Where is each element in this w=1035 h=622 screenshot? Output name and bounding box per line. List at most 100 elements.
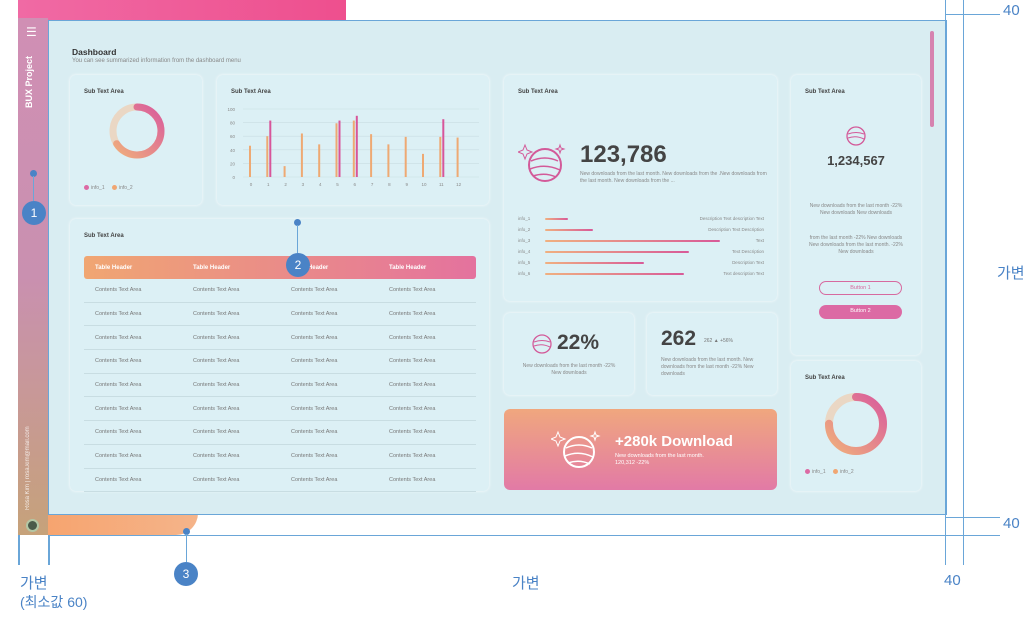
legend-label: info_2 bbox=[119, 185, 133, 191]
bar bbox=[442, 119, 445, 177]
progress-row: info_1 Description Text description Text bbox=[518, 215, 764, 223]
sidebar: ☰ BUX Project Rosa Kim | rosa.kim@mail.c… bbox=[18, 18, 48, 535]
y-tick-label: 100 bbox=[227, 107, 235, 112]
table-cell: Contents Text Area bbox=[389, 382, 436, 389]
progress-label: info_5 bbox=[518, 260, 531, 265]
bar bbox=[269, 120, 272, 177]
progress-label: info_4 bbox=[518, 249, 531, 254]
legend-label: info_1 bbox=[91, 185, 105, 191]
table-cell: Contents Text Area bbox=[193, 382, 240, 389]
count-change: 262 ▲ +56% bbox=[704, 338, 733, 344]
table-header[interactable]: Table Header bbox=[182, 265, 280, 271]
guide-line bbox=[945, 14, 1000, 15]
bar bbox=[422, 153, 424, 177]
y-tick-label: 60 bbox=[230, 134, 236, 139]
table-row[interactable]: Contents Text Area Contents Text Area Cont… bbox=[84, 421, 476, 445]
count-value: 262 bbox=[661, 327, 697, 350]
table-cell: Contents Text Area bbox=[291, 453, 338, 460]
table-cell: Contents Text Area bbox=[291, 382, 338, 389]
progress-desc: Description Text bbox=[732, 260, 764, 265]
table-header[interactable]: Table Header bbox=[378, 265, 476, 271]
x-tick-label: 1 bbox=[267, 182, 270, 187]
y-tick-label: 20 bbox=[230, 161, 236, 166]
total-desc: New downloads from the last month -22% N… bbox=[809, 203, 903, 216]
table-cell: Contents Text Area bbox=[389, 429, 436, 436]
guide-line bbox=[48, 535, 945, 536]
hamburger-menu-icon[interactable]: ☰ bbox=[26, 25, 37, 39]
planet-icon bbox=[518, 143, 566, 182]
table-cell: Contents Text Area bbox=[193, 405, 240, 412]
percent-value: 22% bbox=[557, 331, 600, 354]
progress-desc: Text Description bbox=[731, 249, 764, 254]
download-change: 120,312 -22% bbox=[615, 460, 650, 466]
x-tick-label: 9 bbox=[405, 182, 408, 187]
progress-desc: Description Text Description bbox=[708, 227, 764, 232]
progress-row: info_6 Text description Text bbox=[518, 270, 764, 278]
page-title: Dashboard bbox=[72, 47, 117, 57]
progress-bar bbox=[545, 229, 593, 231]
table-row[interactable]: Contents Text Area Contents Text Area Cont… bbox=[84, 350, 476, 374]
table-row[interactable]: Contents Text Area Contents Text Area Cont… bbox=[84, 279, 476, 303]
total-stat-card: Sub Text Area 1,234,567 New downloads fr… bbox=[791, 75, 921, 355]
table-cell: Contents Text Area bbox=[95, 311, 142, 318]
y-tick-label: 40 bbox=[230, 148, 236, 153]
download-banner[interactable]: +280k Download New downloads from the la… bbox=[504, 409, 777, 490]
user-info: Rosa Kim | rosa.kim@mail.com bbox=[25, 426, 31, 510]
x-tick-label: 5 bbox=[336, 182, 339, 187]
donut-card: Sub Text Area info_1 info_2 bbox=[70, 75, 202, 205]
table-row[interactable]: Contents Text Area Contents Text Area Cont… bbox=[84, 303, 476, 327]
download-desc: New downloads from the last month. bbox=[615, 453, 704, 459]
bar bbox=[352, 120, 355, 177]
bar bbox=[404, 136, 407, 177]
guide-line bbox=[18, 535, 20, 565]
progress-row: info_3 Text bbox=[518, 237, 764, 245]
progress-desc: Text description Text bbox=[723, 271, 764, 276]
progress-row: info_2 Description Text Description bbox=[518, 226, 764, 234]
guide-line bbox=[945, 0, 946, 565]
donut-card-2: Sub Text Area info_1 info_2 bbox=[791, 361, 921, 491]
table-cell: Contents Text Area bbox=[95, 358, 142, 365]
card-title: Sub Text Area bbox=[84, 233, 124, 239]
table-row[interactable]: Contents Text Area Contents Text Area Cont… bbox=[84, 326, 476, 351]
table-cell: Contents Text Area bbox=[291, 429, 338, 436]
dashboard-panel: Dashboard You can see summarized informa… bbox=[48, 20, 947, 515]
table-header[interactable]: Table Header bbox=[84, 265, 182, 271]
bar bbox=[338, 120, 341, 177]
bar-chart-card: Sub Text Area 0 20 40 60 80 100 0 1 2 3 4 5 6 7 8 9 10 11… bbox=[217, 75, 489, 205]
avatar[interactable] bbox=[26, 519, 39, 532]
table-cell: Contents Text Area bbox=[95, 382, 142, 389]
table-row[interactable]: Contents Text Area Contents Text Area Cont… bbox=[84, 445, 476, 469]
progress-row: info_5 Description Text bbox=[518, 259, 764, 267]
table-row[interactable]: Contents Text Area Contents Text Area Cont… bbox=[84, 397, 476, 422]
callout-line bbox=[33, 176, 34, 201]
table-cell: Contents Text Area bbox=[193, 453, 240, 460]
label-right-margin: 40 bbox=[944, 572, 961, 589]
table-cell: Contents Text Area bbox=[193, 476, 240, 483]
progress-label: info_1 bbox=[518, 216, 531, 221]
label-bottom-margin: 40 bbox=[1003, 515, 1020, 532]
table-cell: Contents Text Area bbox=[193, 358, 240, 365]
table-card: Sub Text Area Table Header Table Header … bbox=[70, 219, 489, 493]
label-sidebar-width: 가변 bbox=[20, 575, 48, 592]
count-desc: New downloads from the last month. New d… bbox=[661, 357, 754, 377]
legend-label: info_1 bbox=[812, 469, 826, 475]
bar bbox=[456, 137, 459, 177]
x-tick-label: 6 bbox=[354, 182, 357, 187]
callout-3: 3 bbox=[174, 562, 198, 586]
table-row[interactable]: Contents Text Area Contents Text Area Cont… bbox=[84, 374, 476, 398]
planet-icon bbox=[532, 334, 552, 354]
table-row[interactable]: Contents Text Area Contents Text Area Cont… bbox=[84, 469, 476, 493]
table-cell: Contents Text Area bbox=[389, 287, 436, 294]
bar bbox=[266, 136, 269, 177]
button-2[interactable]: Button 2 bbox=[819, 305, 902, 319]
button-1[interactable]: Button 1 bbox=[819, 281, 902, 295]
bar bbox=[283, 166, 286, 177]
table-cell: Contents Text Area bbox=[291, 405, 338, 412]
table-cell: Contents Text Area bbox=[389, 311, 436, 318]
donut-chart bbox=[825, 393, 887, 455]
scrollbar[interactable] bbox=[930, 31, 934, 127]
label-top-margin: 40 bbox=[1003, 2, 1020, 19]
callout-2: 2 bbox=[286, 253, 310, 277]
donut-legend: info_1 info_2 bbox=[84, 185, 133, 191]
card-title: Sub Text Area bbox=[84, 89, 124, 95]
